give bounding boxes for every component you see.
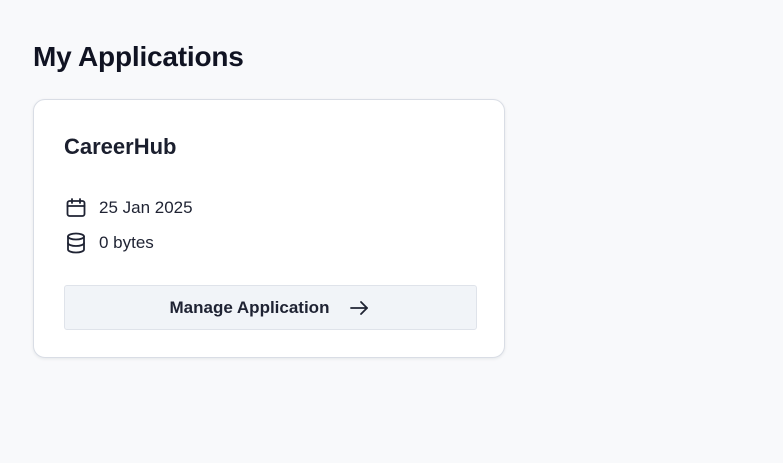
- application-storage: 0 bytes: [99, 233, 154, 252]
- application-date: 25 Jan 2025: [99, 198, 193, 217]
- page-title: My Applications: [33, 41, 244, 72]
- application-date-row: 25 Jan 2025: [64, 196, 193, 220]
- database-icon: [64, 231, 88, 255]
- manage-application-button[interactable]: Manage Application: [64, 285, 477, 330]
- application-name: CareerHub: [64, 134, 177, 159]
- application-card: CareerHub 25 Jan 2025 0 bytes Manage App…: [33, 99, 505, 358]
- applications-page: My Applications CareerHub 25 Jan 2025 0 …: [33, 40, 753, 358]
- arrow-right-icon: [347, 296, 371, 320]
- calendar-icon: [64, 196, 88, 220]
- manage-application-label: Manage Application: [169, 297, 330, 317]
- application-storage-row: 0 bytes: [64, 231, 154, 255]
